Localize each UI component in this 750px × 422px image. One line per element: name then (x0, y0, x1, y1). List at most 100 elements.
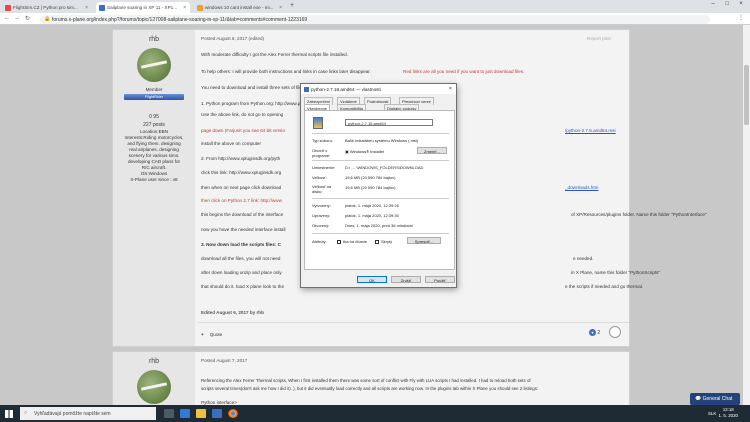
divider (312, 133, 449, 134)
like-count[interactable]: ♥ 2 (589, 329, 600, 336)
hidden-checkbox[interactable]: Skrytý (375, 239, 392, 244)
post-line: e the scripts if needed and go thermal. (565, 284, 644, 289)
checkbox-box (337, 239, 341, 244)
msi-file-icon (313, 117, 323, 129)
react-button[interactable] (609, 326, 621, 338)
taskbar-clock[interactable]: 13:18 1. 5. 2020 (718, 407, 738, 419)
size-label: Veľkosť: (312, 175, 327, 180)
browser-tab[interactable]: FlightSim.CZ | Python pro sim... × (2, 2, 92, 13)
browser-menu-icon[interactable]: ⋮ (738, 14, 744, 21)
post-line: Referencing the Alex Ferrer Thermal scri… (201, 378, 531, 383)
location: Location:EBN (139, 129, 169, 134)
post-line: that should do it. load X plane look to … (201, 284, 285, 289)
keyboard-language[interactable]: SLK (708, 411, 716, 416)
chrome-icon[interactable] (228, 409, 238, 418)
post-date: Posted August 6, 2017 (edited) (201, 36, 265, 41)
close-tab-icon[interactable]: × (183, 5, 186, 11)
maximize-window-button[interactable]: □ (720, 1, 734, 7)
close-tab-icon[interactable]: × (85, 5, 88, 11)
quote-button[interactable]: + Quote (201, 332, 222, 337)
divider (312, 233, 449, 234)
address-bar: ← → ↻ 🔒 forums.x-plane.org/index.php?/fo… (0, 13, 750, 25)
post-line: then when on next page click download (201, 185, 282, 190)
interests-2: and flying them. designing (127, 141, 181, 146)
downloads-link[interactable]: _downloads.htm (565, 185, 598, 190)
xplane-since: X-Plane user since : v8 (130, 177, 178, 182)
post-line: scripts several times(don't ask me how I… (201, 386, 539, 391)
file-icon (304, 87, 309, 92)
page-scrollbar[interactable] (743, 25, 750, 405)
cancel-button[interactable]: Zrušiť (391, 276, 421, 283)
store-icon[interactable] (212, 409, 222, 418)
location-label: Umiestnenie: (312, 165, 336, 170)
post-line: this begins the download of the interfac… (201, 212, 284, 217)
avatar[interactable] (137, 48, 171, 82)
post-line: install the above on computer (201, 141, 262, 146)
file-properties-dialog: python-2.7.18.amd64 — vlastnosti × Zabez… (300, 83, 457, 288)
chat-icon: 💬 (695, 396, 703, 402)
author-name[interactable]: rhb (113, 358, 195, 365)
post-line: e needed. (573, 256, 594, 261)
interests-3: real airplanes. designing (129, 147, 179, 152)
browser-tab-active[interactable]: Sailplane soaring in XP 11 - XP1... × (96, 2, 190, 13)
post-line: after down loading unzip and place only (201, 270, 282, 275)
author-name[interactable]: rhb (113, 36, 195, 43)
taskbar-search-input[interactable]: ○ Vyhľadávajú pomôžte napíšte sem (20, 407, 156, 420)
post-line: To help others: I will provide both inst… (201, 69, 371, 74)
search-icon: ○ (24, 410, 28, 416)
post-date: Posted August 7, 2017 (201, 358, 248, 363)
dialog-tabs: Zabezpečení Vzdálené Podrobnosti Předcho… (304, 97, 454, 112)
heart-icon: ♥ (589, 329, 596, 336)
file-name-input[interactable]: python-2.7.18.amd64 (345, 119, 433, 126)
post-line-red: page down (Farjunit you see 64 bit versi… (201, 128, 286, 133)
reputation: 0 95 (149, 114, 159, 120)
reload-icon[interactable]: ↻ (25, 15, 30, 22)
url-input[interactable]: 🔒 forums.x-plane.org/index.php?/forums/t… (40, 14, 710, 24)
minimize-window-button[interactable]: – (706, 1, 720, 7)
post-line: in X Plane, name this folder "PythonScri… (571, 270, 661, 275)
apply-button[interactable]: Použiť (425, 276, 455, 283)
lock-icon: 🔒 (44, 15, 51, 22)
general-chat-button[interactable]: 💬 General Chat (690, 393, 740, 405)
size-on-disk-label: Veľkosť na disku: (312, 184, 332, 194)
member-rank: Member (145, 87, 163, 92)
edge-icon[interactable] (180, 409, 190, 418)
post-line: With moderate difficulty I got the Alex … (201, 52, 348, 57)
general-tab-panel: python-2.7.18.amd64 Typ súboru: Balík In… (304, 110, 455, 270)
type-label: Typ súboru: (312, 138, 333, 143)
avatar[interactable] (137, 370, 171, 404)
advanced-button[interactable]: Spresniť... (407, 237, 441, 244)
readonly-checkbox[interactable]: Iba na čítanie (337, 239, 367, 244)
close-window-button[interactable]: × (734, 1, 748, 7)
start-icon[interactable] (5, 410, 13, 418)
modified-label: Upravený: (312, 213, 331, 218)
location-value: D:\ … \WINDOWS_FOLDERS\DOWNLOAD (345, 165, 424, 170)
forward-icon[interactable]: → (14, 15, 20, 21)
windows-taskbar: ○ Vyhľadávajú pomôžte napíšte sem SLK 13:… (0, 405, 750, 422)
open-with-label: Otvoriť v programe: (312, 148, 331, 158)
interests-5: developing CAD plans for (127, 159, 181, 164)
change-button[interactable]: Zmeniť... (417, 147, 447, 154)
post-line: now you have the needed interface instal… (201, 227, 286, 232)
scrollbar-thumb[interactable] (744, 65, 749, 125)
python-msi-link[interactable]: /python-2.7.5.amd64.msi (565, 128, 616, 133)
ok-button[interactable]: OK (357, 276, 387, 283)
post-line: of XP/Resources/plugins folder. Name thi… (571, 212, 707, 217)
explorer-icon[interactable] (196, 409, 206, 418)
back-icon[interactable]: ← (4, 15, 10, 21)
divider (312, 160, 449, 161)
favicon-icon (197, 5, 203, 11)
post-line[interactable]: click this link: http://www.xpluginsdk.o… (201, 170, 281, 175)
browser-tab[interactable]: windows 10 cant install exe - mi... × (194, 2, 286, 13)
close-tab-icon[interactable]: × (279, 5, 282, 11)
accessed-label: Otvorený: (312, 223, 330, 228)
dialog-titlebar[interactable]: python-2.7.18.amd64 — vlastnosti × (301, 84, 456, 94)
close-icon[interactable]: × (449, 86, 452, 92)
report-post-link[interactable]: Report post (587, 36, 611, 41)
new-tab-button[interactable]: + (290, 2, 294, 9)
post-line-red[interactable]: then click on Python 2.7 link: http://ww… (201, 198, 282, 203)
type-value: Balík Inštalátoru systému Windows (.msi) (345, 138, 419, 143)
task-view-icon[interactable] (164, 409, 174, 418)
post-line: Use the above link, do not go to opening (201, 112, 284, 117)
post-line[interactable]: 2. From http://www.xpluginsdk.org/pyth (201, 156, 280, 161)
